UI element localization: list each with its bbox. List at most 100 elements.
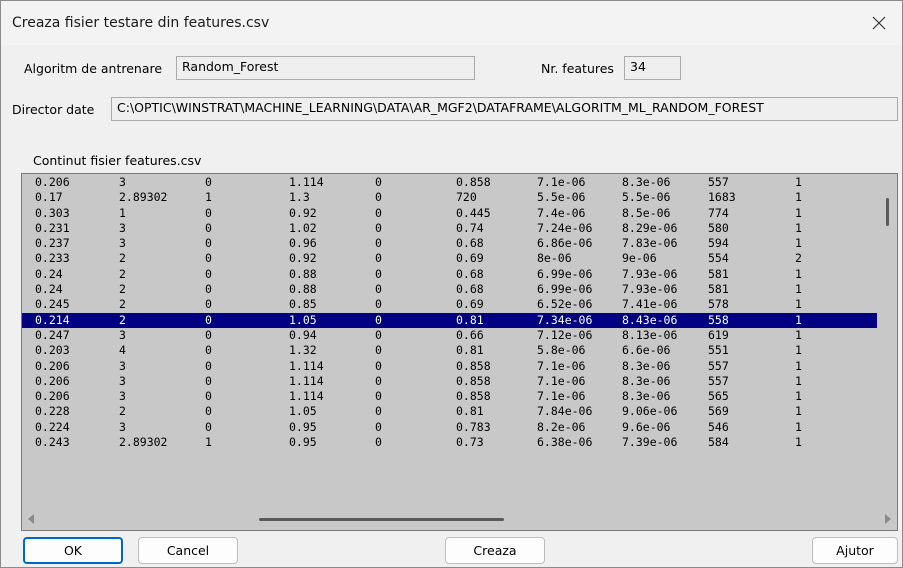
selected-table-row[interactable]: 0.214 2 0 1.05 0 0.81 7.34e-06 8.43e-06 558 1: [22, 312, 877, 328]
table-cell: 1: [205, 190, 212, 205]
table-cell: 557: [708, 175, 729, 189]
table-cell: 1.114: [289, 358, 324, 373]
table-cell: 0: [205, 389, 212, 404]
help-button[interactable]: Ajutor: [812, 537, 898, 564]
table-cell: 3: [119, 373, 126, 388]
table-row[interactable]: 0.24 2 0 0.88 0 0.68 6.99e-06 7.93e-06 581 1: [22, 267, 877, 282]
horizontal-scrollbar[interactable]: [22, 508, 897, 530]
table-cell: 0.68: [456, 266, 484, 281]
table-cell: 557: [708, 358, 729, 373]
algorithm-field[interactable]: Random_Forest: [176, 56, 475, 80]
table-cell: 0: [205, 404, 212, 419]
vertical-scroll-thumb[interactable]: [886, 198, 889, 226]
table-cell: 1: [795, 190, 802, 205]
features-listbox[interactable]: 0.206 3 0 1.114 0 0.858 7.1e-06 8.3e-06 557 1 0.17…: [21, 173, 898, 531]
table-row[interactable]: 0.206 3 0 1.114 0 0.858 7.1e-06 8.3e-06 557 1: [22, 374, 877, 389]
table-cell: 0.74: [456, 220, 484, 235]
table-cell: 0.95: [289, 419, 317, 434]
table-cell: 0.69: [456, 297, 484, 312]
table-cell: 0.243: [35, 435, 70, 450]
ok-button[interactable]: OK: [23, 537, 123, 564]
table-row[interactable]: 0.245 2 0 0.85 0 0.69 6.52e-06 7.41e-06 578 1: [22, 297, 877, 312]
table-cell: 7.93e-06: [622, 266, 678, 281]
table-cell: 0: [205, 175, 212, 189]
table-cell: 0.858: [456, 389, 491, 404]
table-cell: 8.2e-06: [537, 419, 586, 434]
table-row[interactable]: 0.206 3 0 1.114 0 0.858 7.1e-06 8.3e-06 565 1: [22, 389, 877, 404]
table-cell: 0: [205, 312, 212, 327]
table-cell: 2: [119, 266, 126, 281]
table-cell: 0.231: [35, 220, 70, 235]
table-cell: 546: [708, 419, 729, 434]
table-cell: 7.83e-06: [622, 236, 678, 251]
close-button[interactable]: [856, 1, 902, 45]
table-cell: 8.29e-06: [622, 220, 678, 235]
table-cell: 0.206: [35, 175, 70, 189]
table-cell: 1.32: [289, 343, 317, 358]
vertical-scrollbar[interactable]: [877, 174, 897, 507]
horizontal-scroll-thumb[interactable]: [259, 518, 504, 521]
table-row[interactable]: 0.237 3 0 0.96 0 0.68 6.86e-06 7.83e-06 594 1: [22, 236, 877, 251]
cancel-button[interactable]: Cancel: [138, 537, 238, 564]
table-row[interactable]: 0.231 3 0 1.02 0 0.74 7.24e-06 8.29e-06 580 1: [22, 221, 877, 236]
features-count-field[interactable]: 34: [624, 56, 681, 80]
scroll-left-icon[interactable]: [28, 514, 34, 524]
table-cell: 9.6e-06: [622, 419, 671, 434]
table-cell: 0.858: [456, 373, 491, 388]
table-cell: 0.206: [35, 389, 70, 404]
table-cell: 0: [205, 205, 212, 220]
table-cell: 5.8e-06: [537, 343, 586, 358]
table-cell: 0.203: [35, 343, 70, 358]
table-cell: 581: [708, 266, 729, 281]
table-cell: 2: [795, 251, 802, 266]
table-cell: 578: [708, 297, 729, 312]
table-cell: 0: [205, 358, 212, 373]
table-cell: 551: [708, 343, 729, 358]
table-row[interactable]: 0.243 2.89302 1 0.95 0 0.73 6.38e-06 7.39e-06 58…: [22, 435, 877, 450]
create-button[interactable]: Creaza: [445, 537, 545, 564]
table-row[interactable]: 0.24 2 0 0.88 0 0.68 6.99e-06 7.93e-06 581 1: [22, 282, 877, 297]
table-row[interactable]: 0.17 2.89302 1 1.3 0 720 5.5e-06 5.5e-06 1683 1: [22, 190, 877, 205]
scroll-right-icon[interactable]: [885, 514, 891, 524]
table-row[interactable]: 0.224 3 0 0.95 0 0.783 8.2e-06 9.6e-06 546 1: [22, 420, 877, 435]
table-cell: 6.86e-06: [537, 236, 593, 251]
table-cell: 7.1e-06: [537, 373, 586, 388]
table-cell: 1: [795, 404, 802, 419]
table-row[interactable]: 0.233 2 0 0.92 0 0.69 8e-06 9e-06 554 2: [22, 251, 877, 266]
table-cell: 5.5e-06: [622, 190, 671, 205]
table-cell: 584: [708, 435, 729, 450]
table-row[interactable]: 0.206 3 0 1.114 0 0.858 7.1e-06 8.3e-06 557 1: [22, 175, 877, 190]
table-cell: 0: [375, 343, 382, 358]
table-cell: 8e-06: [537, 251, 572, 266]
features-count-label: Nr. features: [541, 61, 614, 76]
table-cell: 1: [795, 327, 802, 342]
table-cell: 0.228: [35, 404, 70, 419]
table-cell: 0: [375, 266, 382, 281]
table-cell: 1: [795, 373, 802, 388]
table-cell: 0: [375, 419, 382, 434]
table-cell: 0: [375, 205, 382, 220]
table-cell: 0.81: [456, 312, 484, 327]
table-cell: 0: [375, 358, 382, 373]
table-cell: 1.05: [289, 404, 317, 419]
table-cell: 0.237: [35, 236, 70, 251]
table-cell: 2: [119, 404, 126, 419]
table-cell: 0: [375, 220, 382, 235]
table-row[interactable]: 0.203 4 0 1.32 0 0.81 5.8e-06 6.6e-06 551 1: [22, 343, 877, 358]
table-cell: 0.96: [289, 236, 317, 251]
table-cell: 0: [205, 220, 212, 235]
table-cell: 1: [795, 220, 802, 235]
algorithm-label: Algoritm de antrenare: [24, 61, 163, 76]
table-cell: 0.245: [35, 297, 70, 312]
table-row[interactable]: 0.206 3 0 1.114 0 0.858 7.1e-06 8.3e-06 557 1: [22, 359, 877, 374]
directory-field[interactable]: C:\OPTIC\WINSTRAT\MACHINE_LEARNING\DATA\…: [111, 97, 898, 121]
table-cell: 1: [795, 435, 802, 450]
table-cell: 0.92: [289, 205, 317, 220]
table-row[interactable]: 0.228 2 0 1.05 0 0.81 7.84e-06 9.06e-06 569 1: [22, 404, 877, 419]
table-cell: 0.445: [456, 205, 491, 220]
table-cell: 0.303: [35, 205, 70, 220]
title-bar: Creaza fisier testare din features.csv: [1, 1, 902, 45]
table-row[interactable]: 0.303 1 0 0.92 0 0.445 7.4e-06 8.5e-06 774 1: [22, 206, 877, 221]
table-row[interactable]: 0.247 3 0 0.94 0 0.66 7.12e-06 8.13e-06 619 1: [22, 328, 877, 343]
table-cell: 8.3e-06: [622, 175, 671, 189]
